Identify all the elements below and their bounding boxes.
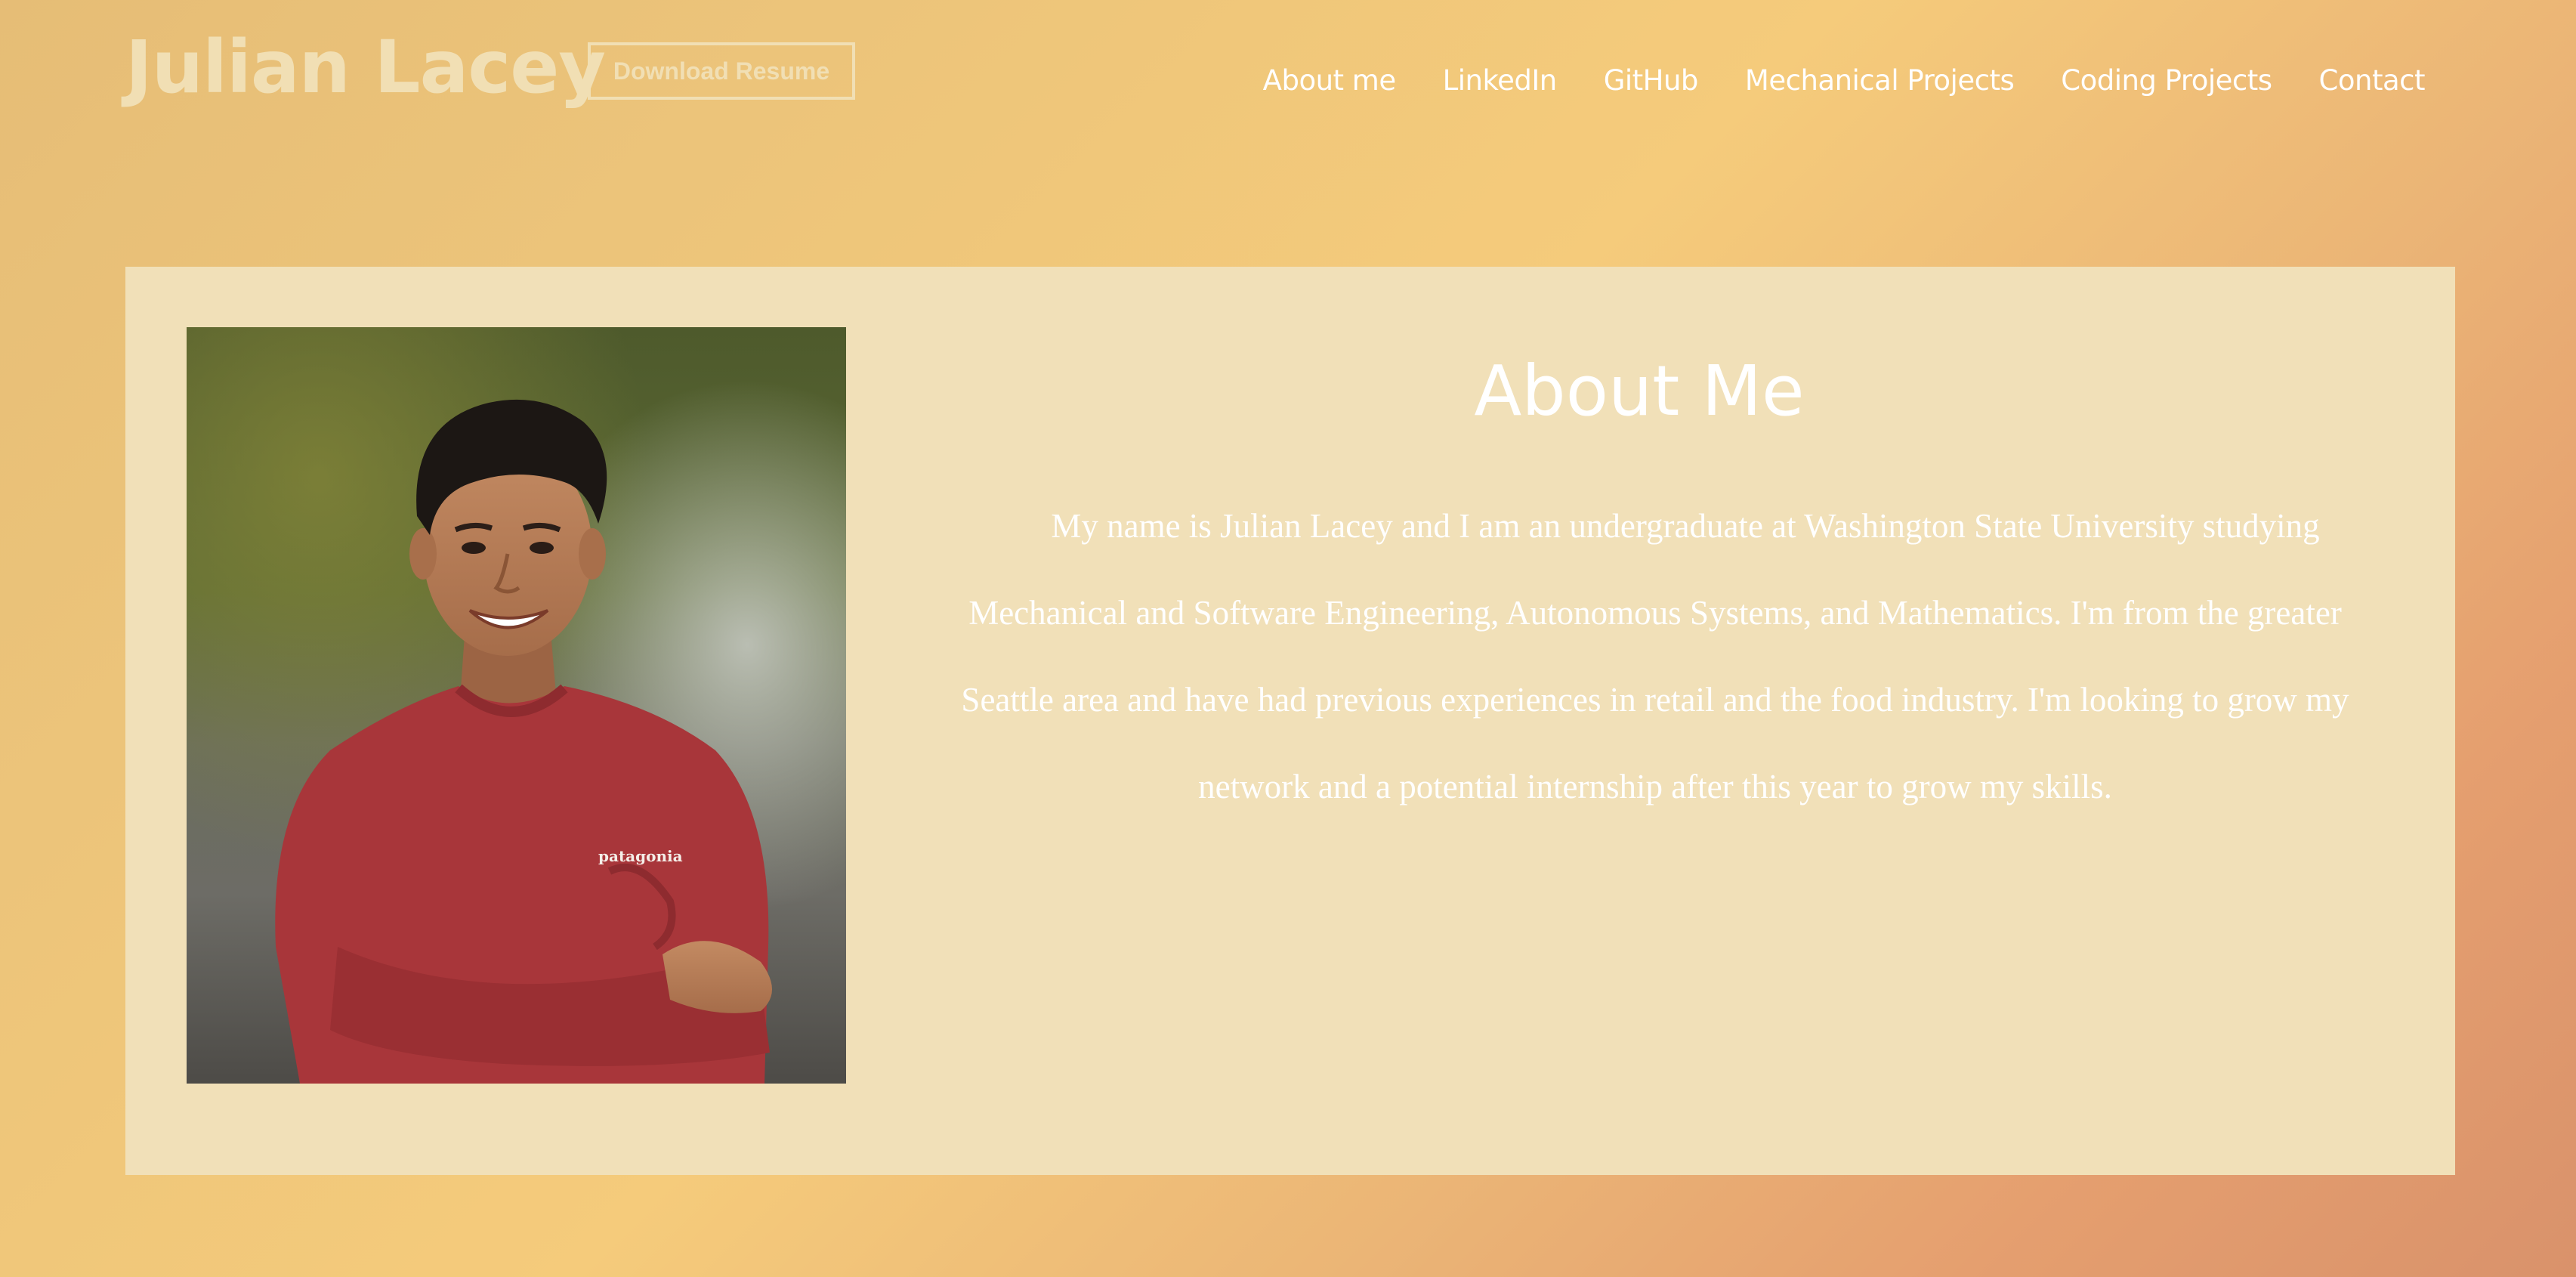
- nav-coding-projects[interactable]: Coding Projects: [2061, 64, 2272, 97]
- nav-mechanical-projects[interactable]: Mechanical Projects: [1745, 64, 2015, 97]
- nav-about-me[interactable]: About me: [1263, 64, 1396, 97]
- download-resume-button[interactable]: Download Resume: [588, 42, 855, 100]
- site-title: Julian Lacey: [125, 25, 606, 110]
- nav-contact[interactable]: Contact: [2319, 64, 2426, 97]
- profile-photo: patagonia: [187, 327, 846, 1084]
- shirt-logo-text: patagonia: [598, 847, 683, 865]
- about-card: patagonia About Me My name is Julian Lac…: [125, 267, 2455, 1175]
- main-nav: About me LinkedIn GitHub Mechanical Proj…: [1263, 57, 2426, 103]
- nav-github[interactable]: GitHub: [1604, 64, 1699, 97]
- nav-linkedin[interactable]: LinkedIn: [1443, 64, 1558, 97]
- about-description: My name is Julian Lacey and I am an unde…: [961, 507, 2349, 805]
- about-heading: About Me: [1474, 351, 1805, 431]
